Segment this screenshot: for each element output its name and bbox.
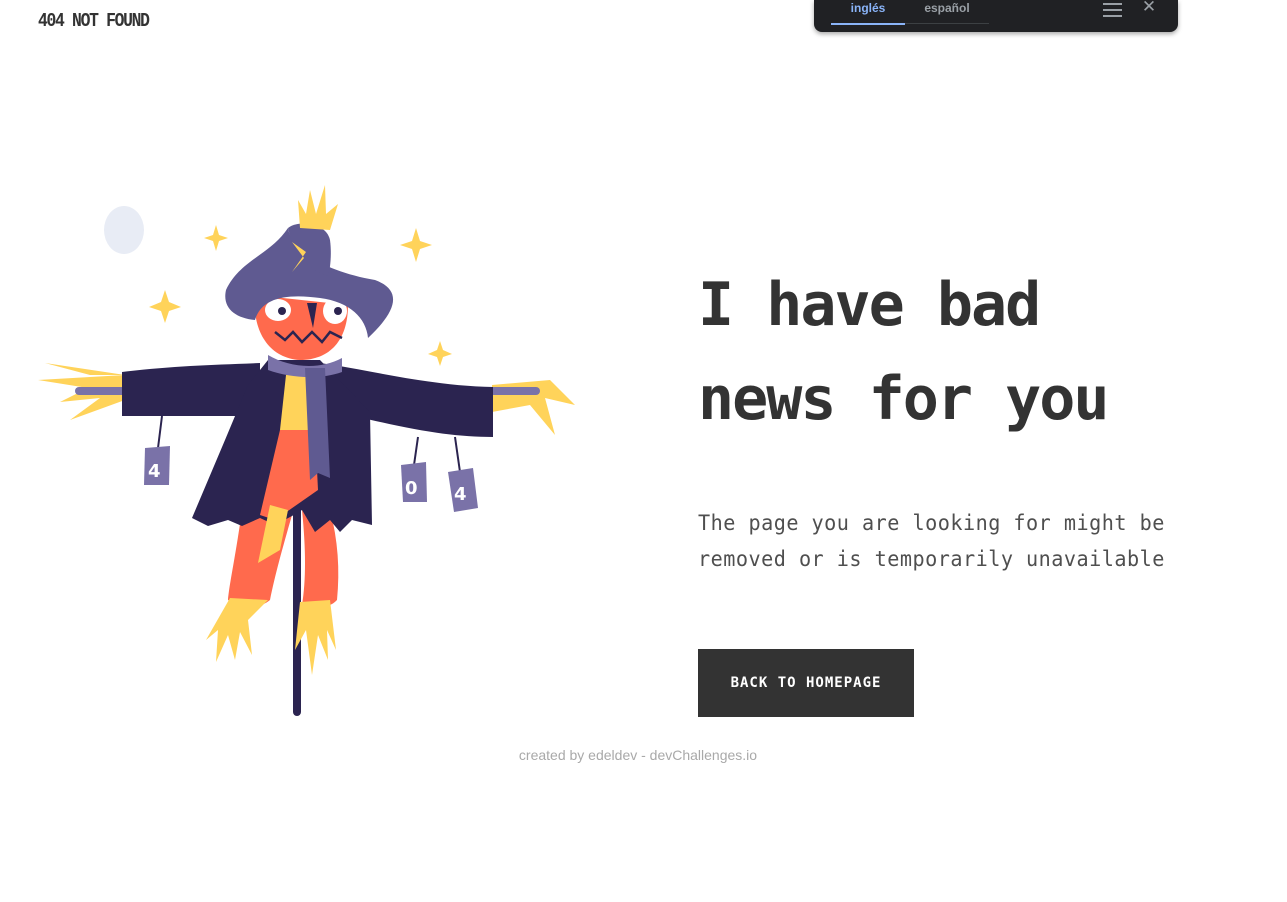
tab-spanish[interactable]: español (905, 0, 989, 24)
pole (293, 490, 301, 716)
left-hand-straw (38, 375, 125, 420)
translate-toolbar: inglés español ✕ (814, 0, 1178, 32)
left-foot-straw (206, 598, 268, 662)
can-label-4-right: 4 (454, 484, 467, 505)
hamburger-icon[interactable] (1103, 1, 1122, 17)
footer-credit: created by edeldev - devChallenges.io (518, 747, 758, 763)
heading-line-1: I have bad (698, 270, 1041, 340)
moon-shape (104, 206, 144, 254)
hat-straw (298, 185, 338, 230)
close-icon[interactable]: ✕ (1141, 0, 1157, 17)
description-line-2: removed or is temporarily unavailable (698, 547, 1165, 571)
can-label-0: 0 (405, 478, 418, 499)
tab-english[interactable]: inglés (831, 0, 905, 25)
back-to-homepage-button[interactable]: BACK TO HOMEPAGE (698, 649, 914, 717)
page-heading: I have bad news for you (698, 258, 1258, 446)
can-label-4: 4 (148, 461, 161, 482)
heading-line-2: news for you (698, 364, 1109, 434)
scarecrow-illustration: 4 0 4 (30, 180, 590, 725)
right-foot-straw (295, 600, 336, 675)
page-description: The page you are looking for might be re… (698, 505, 1216, 577)
site-logo[interactable]: 404 NOT FOUND (38, 10, 150, 32)
description-line-1: The page you are looking for might be (698, 511, 1165, 535)
